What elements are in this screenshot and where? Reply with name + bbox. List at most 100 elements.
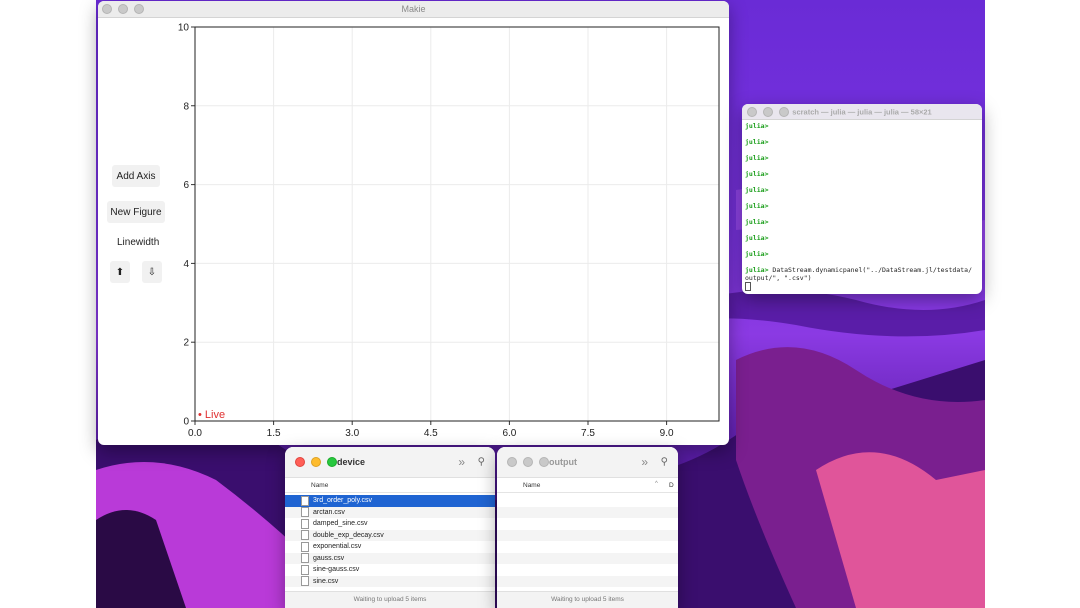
x-tick-label: 3.0 (345, 428, 359, 439)
close-icon[interactable] (507, 457, 517, 467)
julia-prompt: julia> (745, 218, 769, 226)
finder-titlebar[interactable]: output » ⚲ (497, 447, 678, 478)
terminal-line: julia> (745, 122, 979, 138)
julia-prompt: julia> (745, 154, 769, 162)
file-row[interactable]: gauss.csv (285, 552, 495, 564)
csv-file-icon (301, 518, 309, 529)
terminal-output[interactable]: julia> julia> julia> julia> julia> julia> juli… (745, 122, 979, 292)
file-name: 3rd_order_poly.csv (313, 497, 373, 505)
sort-chevron-icon[interactable]: ^ (655, 481, 658, 487)
x-tick-label: 7.5 (581, 428, 595, 439)
empty-row (497, 529, 678, 541)
plot-axis[interactable]: 0.0 1.5 3.0 4.5 6.0 7.5 9.0 0 2 4 6 8 10 • Live (98, 17, 729, 445)
y-tick-label: 0 (183, 417, 189, 428)
finder-titlebar[interactable]: device » ⚲ (285, 447, 495, 478)
empty-row (497, 564, 678, 576)
x-tick-label: 6.0 (502, 428, 516, 439)
csv-file-icon (301, 541, 309, 552)
chevron-more-icon[interactable]: » (641, 455, 648, 469)
terminal-line: julia> (745, 250, 979, 266)
finder-output-window: output » ⚲ Name ^ D Waiting to upload 5 … (497, 447, 678, 608)
terminal-window: scratch — julia — julia — julia — 58×21 … (742, 104, 982, 294)
julia-prompt: julia> (745, 250, 769, 258)
terminal-line: julia> (745, 234, 979, 250)
csv-file-icon (301, 495, 309, 506)
name-column-label[interactable]: Name (311, 482, 328, 489)
makie-window: Makie Add Axis New Figure Linewidth ⬆ ⇩ … (98, 1, 729, 445)
empty-row (497, 506, 678, 518)
status-bar: Waiting to upload 5 items (497, 591, 678, 608)
x-tick-label: 4.5 (424, 428, 438, 439)
julia-prompt: julia> (745, 202, 769, 210)
terminal-line: julia> (745, 170, 979, 186)
terminal-line: julia> (745, 218, 979, 234)
x-tick-label: 9.0 (660, 428, 674, 439)
file-row[interactable]: sine.csv (285, 575, 495, 587)
julia-prompt: julia> (745, 138, 769, 146)
terminal-line: julia> (745, 138, 979, 154)
finder-title: output (549, 457, 577, 467)
y-tick-label: 8 (183, 101, 189, 112)
terminal-cursor (745, 282, 751, 291)
command-continuation: output/", ".csv") (745, 274, 812, 282)
command-text: DataStream.dynamicpanel("../DataStream.j… (772, 266, 972, 274)
empty-row (497, 518, 678, 530)
x-tick-label: 0.0 (188, 428, 202, 439)
finder-device-window: device » ⚲ Name 3rd_order_poly.csvarctan… (285, 447, 495, 608)
file-name: sine-gauss.csv (313, 566, 360, 574)
y-tick-label: 2 (183, 338, 189, 349)
zoom-icon[interactable] (327, 457, 337, 467)
file-row[interactable]: sine-gauss.csv (285, 564, 495, 576)
y-tick-label: 10 (178, 23, 190, 34)
file-list[interactable] (497, 495, 678, 587)
julia-prompt: julia> (745, 170, 769, 178)
julia-prompt: julia> (745, 186, 769, 194)
file-name: sine.csv (313, 577, 339, 585)
date-column-label[interactable]: D (669, 482, 674, 489)
file-row[interactable]: arctan.csv (285, 506, 495, 518)
makie-titlebar[interactable]: Makie (98, 1, 729, 18)
file-row[interactable]: 3rd_order_poly.csv (285, 495, 495, 507)
csv-file-icon (301, 530, 309, 541)
file-list[interactable]: 3rd_order_poly.csv arctan.csv damped_sine.… (285, 495, 495, 587)
csv-file-icon (301, 576, 309, 587)
file-name: damped_sine.csv (313, 520, 368, 528)
x-tick-label: 1.5 (267, 428, 281, 439)
terminal-line: julia> (745, 154, 979, 170)
terminal-titlebar[interactable]: scratch — julia — julia — julia — 58×21 (742, 104, 982, 120)
y-tick-label: 6 (183, 180, 189, 191)
column-header[interactable]: Name (285, 480, 495, 493)
terminal-title: scratch — julia — julia — julia — 58×21 (792, 107, 932, 116)
file-name: arctan.csv (313, 508, 345, 516)
minimize-icon[interactable] (523, 457, 533, 467)
julia-prompt: julia> (745, 266, 773, 274)
terminal-command-line: julia> DataStream.dynamicpanel("../DataS… (745, 266, 979, 274)
name-column-label[interactable]: Name (523, 482, 540, 489)
empty-row (497, 575, 678, 587)
minimize-icon[interactable] (311, 457, 321, 467)
status-bar: Waiting to upload 5 items (285, 591, 495, 608)
csv-file-icon (301, 553, 309, 564)
csv-file-icon (301, 564, 309, 575)
terminal-line: julia> (745, 186, 979, 202)
file-row[interactable]: exponential.csv (285, 541, 495, 553)
file-name: exponential.csv (313, 543, 362, 551)
search-icon[interactable]: ⚲ (478, 457, 485, 468)
window-title: Makie (401, 4, 426, 14)
search-icon[interactable]: ⚲ (661, 457, 668, 468)
legend-live-label: • Live (198, 409, 225, 421)
finder-title: device (337, 457, 366, 467)
julia-prompt: julia> (745, 122, 769, 130)
file-row[interactable]: double_exp_decay.csv (285, 529, 495, 541)
csv-file-icon (301, 507, 309, 518)
terminal-line: julia> (745, 202, 979, 218)
empty-row (497, 552, 678, 564)
zoom-icon[interactable] (539, 457, 549, 467)
column-header[interactable]: Name ^ D (497, 480, 678, 493)
file-row[interactable]: damped_sine.csv (285, 518, 495, 530)
file-name: gauss.csv (313, 554, 345, 562)
empty-row (497, 495, 678, 507)
chevron-more-icon[interactable]: » (458, 455, 465, 469)
close-icon[interactable] (295, 457, 305, 467)
y-tick-label: 4 (183, 259, 189, 270)
